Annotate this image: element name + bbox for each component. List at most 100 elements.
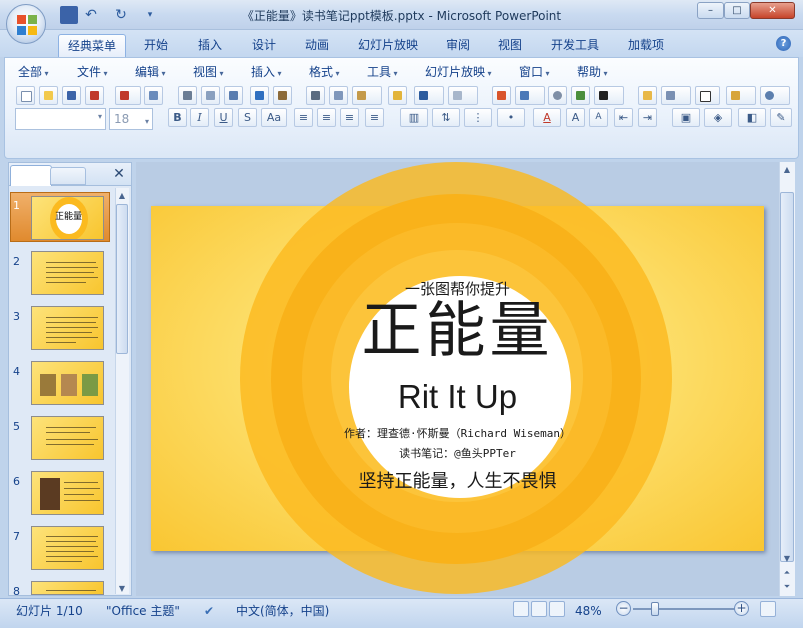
menu-insert[interactable]: 插入 xyxy=(251,64,282,80)
decrease-indent-icon[interactable]: ⇤ xyxy=(614,108,633,127)
email-icon[interactable] xyxy=(115,86,141,105)
clip-art-icon[interactable] xyxy=(548,86,567,105)
shadow-button[interactable]: S xyxy=(238,108,257,127)
tab-design[interactable]: 设计 xyxy=(244,34,284,57)
redo-toolbar-icon[interactable] xyxy=(448,86,478,105)
arrange-icon[interactable]: ▣ xyxy=(672,108,700,127)
slide-show-view-icon[interactable] xyxy=(549,601,565,617)
columns-icon[interactable]: ▥ xyxy=(400,108,428,127)
menu-help[interactable]: 帮助 xyxy=(577,64,608,80)
previous-slide-icon[interactable]: ⏶ xyxy=(780,566,794,580)
align-left-icon[interactable]: ≡ xyxy=(294,108,313,127)
increase-indent-icon[interactable]: ⇥ xyxy=(638,108,657,127)
grow-font-button[interactable]: A xyxy=(566,108,585,127)
text-direction-icon[interactable]: ⇅ xyxy=(432,108,460,127)
scroll-down-arrow-icon[interactable]: ▼ xyxy=(115,582,129,596)
scroll-down-arrow-icon[interactable]: ▼ xyxy=(780,552,794,566)
help-icon[interactable]: ? xyxy=(776,36,791,51)
change-case-button[interactable]: Aa xyxy=(261,108,287,127)
menu-view[interactable]: 视图 xyxy=(193,64,224,80)
minimize-button[interactable]: – xyxy=(697,2,724,19)
font-size-select[interactable]: 18 xyxy=(109,108,153,132)
format-painter-icon[interactable] xyxy=(388,86,407,105)
print-icon[interactable] xyxy=(178,86,197,105)
menu-window[interactable]: 窗口 xyxy=(519,64,550,80)
tab-animations[interactable]: 动画 xyxy=(297,34,337,57)
zoom-in-button[interactable]: + xyxy=(734,601,749,616)
slide-scroll-thumb[interactable] xyxy=(780,192,794,562)
thumbnail-slide-6[interactable] xyxy=(31,471,104,515)
scroll-up-arrow-icon[interactable]: ▲ xyxy=(780,163,794,177)
tab-review[interactable]: 审阅 xyxy=(438,34,478,57)
table-icon[interactable] xyxy=(515,86,545,105)
save-file-icon[interactable] xyxy=(62,86,81,105)
copy-icon[interactable] xyxy=(329,86,348,105)
normal-view-icon[interactable] xyxy=(513,601,529,617)
font-name-select[interactable] xyxy=(15,108,106,130)
find-icon[interactable] xyxy=(760,86,790,105)
menu-all[interactable]: 全部 xyxy=(18,64,49,80)
shape-fill-icon[interactable]: ◧ xyxy=(738,108,766,127)
maximize-button[interactable]: □ xyxy=(724,2,750,19)
numbering-icon[interactable]: ⋮ xyxy=(464,108,492,127)
outline-tab-icon[interactable] xyxy=(50,167,86,185)
theme-name[interactable]: "Office 主题" xyxy=(106,602,180,620)
thumbnail-slide-2[interactable] xyxy=(31,251,104,295)
shapes-icon[interactable] xyxy=(726,86,756,105)
thumbnail-slide-1[interactable]: 正能量 xyxy=(31,196,104,240)
menu-slide-show[interactable]: 幻灯片放映 xyxy=(425,64,492,80)
scroll-up-arrow-icon[interactable]: ▲ xyxy=(115,189,129,203)
align-center-icon[interactable]: ≡ xyxy=(317,108,336,127)
zoom-slider-knob[interactable] xyxy=(651,602,659,616)
thumbnail-slide-4[interactable] xyxy=(31,361,104,405)
print-preview-icon[interactable] xyxy=(201,86,220,105)
menu-tools[interactable]: 工具 xyxy=(367,64,398,80)
undo-toolbar-icon[interactable] xyxy=(414,86,444,105)
research-icon[interactable] xyxy=(273,86,292,105)
shape-outline-icon[interactable]: ✎ xyxy=(770,108,792,127)
slides-tab-icon[interactable] xyxy=(10,165,52,186)
slide-sorter-view-icon[interactable] xyxy=(531,601,547,617)
zoom-out-button[interactable]: − xyxy=(616,601,631,616)
shrink-font-button[interactable]: A xyxy=(589,108,608,127)
bold-button[interactable]: B xyxy=(168,108,187,127)
menu-format[interactable]: 格式 xyxy=(309,64,340,80)
cut-icon[interactable] xyxy=(306,86,325,105)
new-slide-icon[interactable] xyxy=(638,86,657,105)
text-box-icon[interactable] xyxy=(695,86,720,105)
new-icon[interactable] xyxy=(16,86,35,105)
close-button[interactable]: ✕ xyxy=(750,2,795,19)
zoom-level[interactable]: 48% xyxy=(575,602,602,620)
next-slide-icon[interactable]: ⏷ xyxy=(780,580,794,594)
tab-classic-menu[interactable]: 经典菜单 xyxy=(58,34,126,57)
current-slide[interactable]: 一张图帮你提升 正能量 Rit It Up 作者：理查德·怀斯曼（Richard… xyxy=(151,162,764,594)
spelling-icon[interactable] xyxy=(250,86,269,105)
justify-icon[interactable]: ≡ xyxy=(365,108,384,127)
tab-slide-show[interactable]: 幻灯片放映 xyxy=(350,34,426,57)
picture-icon[interactable] xyxy=(571,86,590,105)
menu-file[interactable]: 文件 xyxy=(77,64,108,80)
thumbnail-slide-7[interactable] xyxy=(31,526,104,570)
color-grayscale-icon[interactable] xyxy=(594,86,624,105)
bullets-icon[interactable]: • xyxy=(497,108,525,127)
tab-home[interactable]: 开始 xyxy=(136,34,176,57)
permission-icon[interactable] xyxy=(85,86,104,105)
publish-icon[interactable] xyxy=(144,86,163,105)
tab-add-ins[interactable]: 加载项 xyxy=(620,34,672,57)
thumbnail-slide-5[interactable] xyxy=(31,416,104,460)
slide-sorter-icon[interactable] xyxy=(224,86,243,105)
chart-icon[interactable] xyxy=(492,86,511,105)
language-indicator[interactable]: 中文(简体，中国) xyxy=(236,602,329,620)
italic-button[interactable]: I xyxy=(190,108,209,127)
font-color-button[interactable]: A xyxy=(533,108,561,127)
menu-edit[interactable]: 编辑 xyxy=(135,64,166,80)
underline-button[interactable]: U xyxy=(214,108,233,127)
tab-view[interactable]: 视图 xyxy=(490,34,530,57)
thumbnail-scroll-thumb[interactable] xyxy=(116,204,128,354)
tab-developer[interactable]: 开发工具 xyxy=(544,34,606,57)
office-button[interactable] xyxy=(6,4,46,44)
zoom-slider-track[interactable] xyxy=(633,608,735,610)
thumbnail-slide-3[interactable] xyxy=(31,306,104,350)
align-right-icon[interactable]: ≡ xyxy=(340,108,359,127)
close-pane-icon[interactable]: ✕ xyxy=(112,167,126,181)
